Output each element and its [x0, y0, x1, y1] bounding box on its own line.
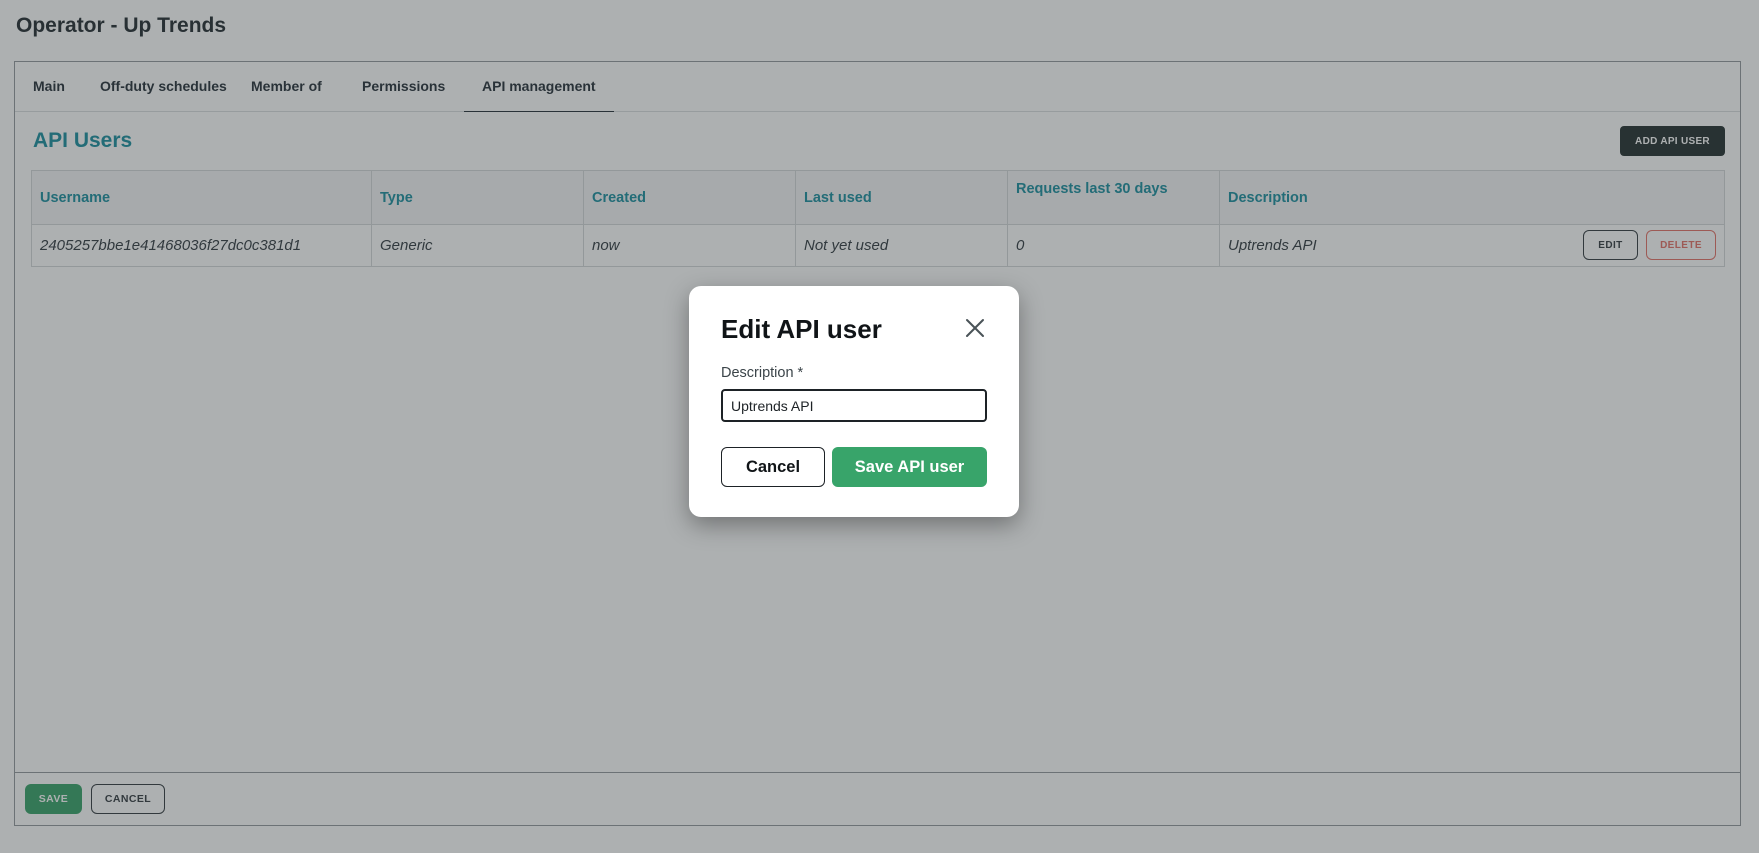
close-icon[interactable] — [964, 317, 986, 339]
save-api-user-button[interactable]: Save API user — [832, 447, 987, 487]
dialog-title: Edit API user — [721, 314, 882, 344]
dialog-cancel-button[interactable]: Cancel — [721, 447, 825, 487]
description-input[interactable] — [721, 389, 987, 422]
description-label: Description * — [721, 365, 804, 381]
edit-api-user-dialog: Edit API user Description * Cancel Save … — [689, 286, 1019, 517]
